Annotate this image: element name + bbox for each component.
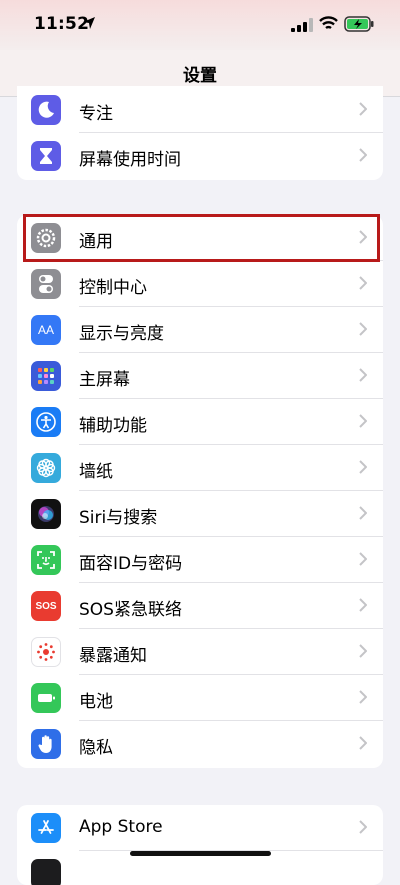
settings-group-general: 通用 控制中心 AA 显示与亮度 主屏幕 辅助功能 墙纸 Siri与搜索 面容I… — [17, 215, 383, 768]
settings-row-accessibility[interactable]: 辅助功能 — [17, 399, 383, 445]
chevron-right-icon — [359, 322, 367, 336]
settings-row-wallpaper[interactable]: 墙纸 — [17, 445, 383, 491]
location-arrow-icon — [83, 17, 95, 29]
chevron-right-icon — [359, 506, 367, 520]
settings-row-label: 面容ID与密码 — [79, 554, 183, 574]
chevron-right-icon — [359, 598, 367, 612]
settings-row-face-id[interactable]: 面容ID与密码 — [17, 537, 383, 583]
chevron-right-icon — [359, 552, 367, 566]
chevron-right-icon — [359, 414, 367, 428]
settings-row-label: Siri与搜索 — [79, 508, 158, 528]
battery-status-icon — [344, 16, 374, 32]
chevron-right-icon — [359, 690, 367, 704]
flower-icon — [31, 453, 61, 483]
face-id-icon — [31, 545, 61, 575]
settings-row-battery[interactable]: 电池 — [17, 675, 383, 721]
wallet-icon — [31, 859, 61, 885]
settings-row-general[interactable]: 通用 — [17, 215, 383, 261]
settings-row-display[interactable]: AA 显示与亮度 — [17, 307, 383, 353]
page-title: 设置 — [183, 66, 217, 86]
chevron-right-icon — [359, 102, 367, 116]
cellular-signal-icon — [291, 18, 313, 32]
settings-row-siri[interactable]: Siri与搜索 — [17, 491, 383, 537]
status-bar: 11:52 — [0, 0, 400, 50]
settings-row-label: 主屏幕 — [79, 370, 130, 390]
settings-row-app-store[interactable]: App Store — [17, 805, 383, 851]
settings-row-privacy[interactable]: 隐私 — [17, 721, 383, 767]
exposure-icon — [31, 637, 61, 667]
chevron-right-icon — [359, 230, 367, 244]
settings-row-control-center[interactable]: 控制中心 — [17, 261, 383, 307]
settings-row-label: 专注 — [79, 104, 113, 124]
hourglass-icon — [31, 141, 61, 171]
toggle-icon — [31, 269, 61, 299]
settings-row-label: 辅助功能 — [79, 416, 147, 436]
chevron-right-icon — [359, 460, 367, 474]
settings-row-screen-time[interactable]: 屏幕使用时间 — [17, 133, 383, 179]
chevron-right-icon — [359, 820, 367, 834]
moon-icon — [31, 95, 61, 125]
settings-row-label: 暴露通知 — [79, 646, 147, 666]
settings-row-label: App Store — [79, 817, 163, 837]
chevron-right-icon — [359, 276, 367, 290]
app-store-icon — [31, 813, 61, 843]
home-indicator[interactable] — [130, 851, 271, 856]
home-grid-icon — [31, 361, 61, 391]
settings-row-label: 墙纸 — [79, 462, 113, 482]
status-time: 11:52 — [34, 14, 90, 34]
chevron-right-icon — [359, 644, 367, 658]
text-size-icon: AA — [31, 315, 61, 345]
gear-icon — [31, 223, 61, 253]
accessibility-icon — [31, 407, 61, 437]
settings-group-app-store: App Store — [17, 805, 383, 885]
settings-row-label: 显示与亮度 — [79, 324, 164, 344]
settings-row-label: 隐私 — [79, 738, 113, 758]
chevron-right-icon — [359, 368, 367, 382]
settings-group-focus: 专注 屏幕使用时间 — [17, 86, 383, 180]
wifi-icon — [319, 16, 338, 30]
settings-row-label: 控制中心 — [79, 278, 147, 298]
settings-row-focus[interactable]: 专注 — [17, 87, 383, 133]
settings-row-home-screen[interactable]: 主屏幕 — [17, 353, 383, 399]
chevron-right-icon — [359, 148, 367, 162]
settings-row-exposure-notifications[interactable]: 暴露通知 — [17, 629, 383, 675]
text-size-glyph: AA — [37, 323, 54, 337]
battery-icon — [31, 683, 61, 713]
settings-row-emergency-sos[interactable]: SOS SOS紧急联络 — [17, 583, 383, 629]
settings-row-label: 屏幕使用时间 — [79, 150, 181, 170]
settings-row-label: 电池 — [79, 692, 113, 712]
chevron-right-icon — [359, 736, 367, 750]
settings-row-label: SOS紧急联络 — [79, 600, 182, 620]
sos-glyph: SOS — [35, 600, 57, 612]
hand-icon — [31, 729, 61, 759]
sos-icon: SOS — [31, 591, 61, 621]
settings-row-label: 通用 — [79, 232, 113, 252]
settings-row-partial[interactable] — [17, 851, 383, 885]
siri-icon — [31, 499, 61, 529]
